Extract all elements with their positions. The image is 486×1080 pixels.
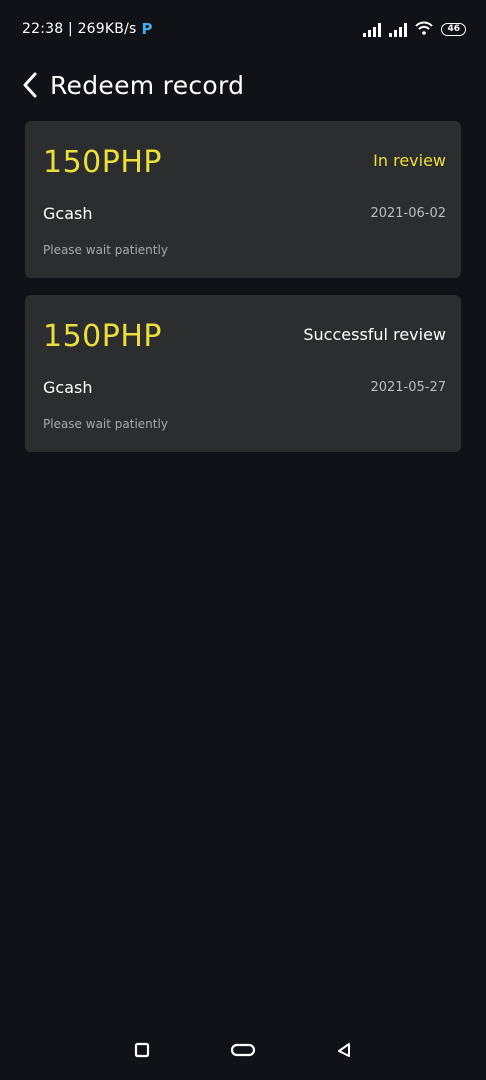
record-card[interactable]: 150PHP In review Gcash 2021-06-02 Please… — [25, 121, 461, 278]
record-note: Please wait patiently — [43, 417, 168, 431]
status-icons: 46 — [363, 20, 466, 39]
record-card[interactable]: 150PHP Successful review Gcash 2021-05-2… — [25, 295, 461, 452]
record-amount: 150PHP — [43, 319, 163, 354]
system-nav-bar — [0, 1020, 486, 1080]
record-note: Please wait patiently — [43, 243, 168, 257]
record-list: 150PHP In review Gcash 2021-06-02 Please… — [25, 121, 461, 469]
record-status: Successful review — [303, 325, 446, 344]
pill-icon[interactable] — [229, 1040, 257, 1060]
square-icon[interactable] — [130, 1040, 154, 1060]
page-title: Redeem record — [50, 70, 245, 100]
time-speed-text: 22:38 | 269KB/s — [22, 21, 137, 37]
record-status: In review — [373, 151, 446, 170]
record-amount: 150PHP — [43, 145, 163, 180]
status-bar: 22:38 | 269KB/s P 46 — [0, 0, 486, 58]
record-method: Gcash — [43, 378, 93, 397]
signal-icon — [363, 22, 382, 37]
wifi-icon — [415, 20, 434, 39]
record-date: 2021-05-27 — [370, 380, 446, 395]
p-app-icon: P — [141, 20, 153, 38]
page-header: Redeem record — [22, 68, 244, 102]
chevron-left-icon[interactable] — [22, 71, 40, 99]
battery-icon: 46 — [441, 23, 466, 36]
status-time: 22:38 | 269KB/s P — [22, 20, 153, 38]
signal-icon — [389, 22, 408, 37]
record-date: 2021-06-02 — [370, 206, 446, 221]
triangle-left-icon[interactable] — [332, 1040, 356, 1060]
record-method: Gcash — [43, 204, 93, 223]
